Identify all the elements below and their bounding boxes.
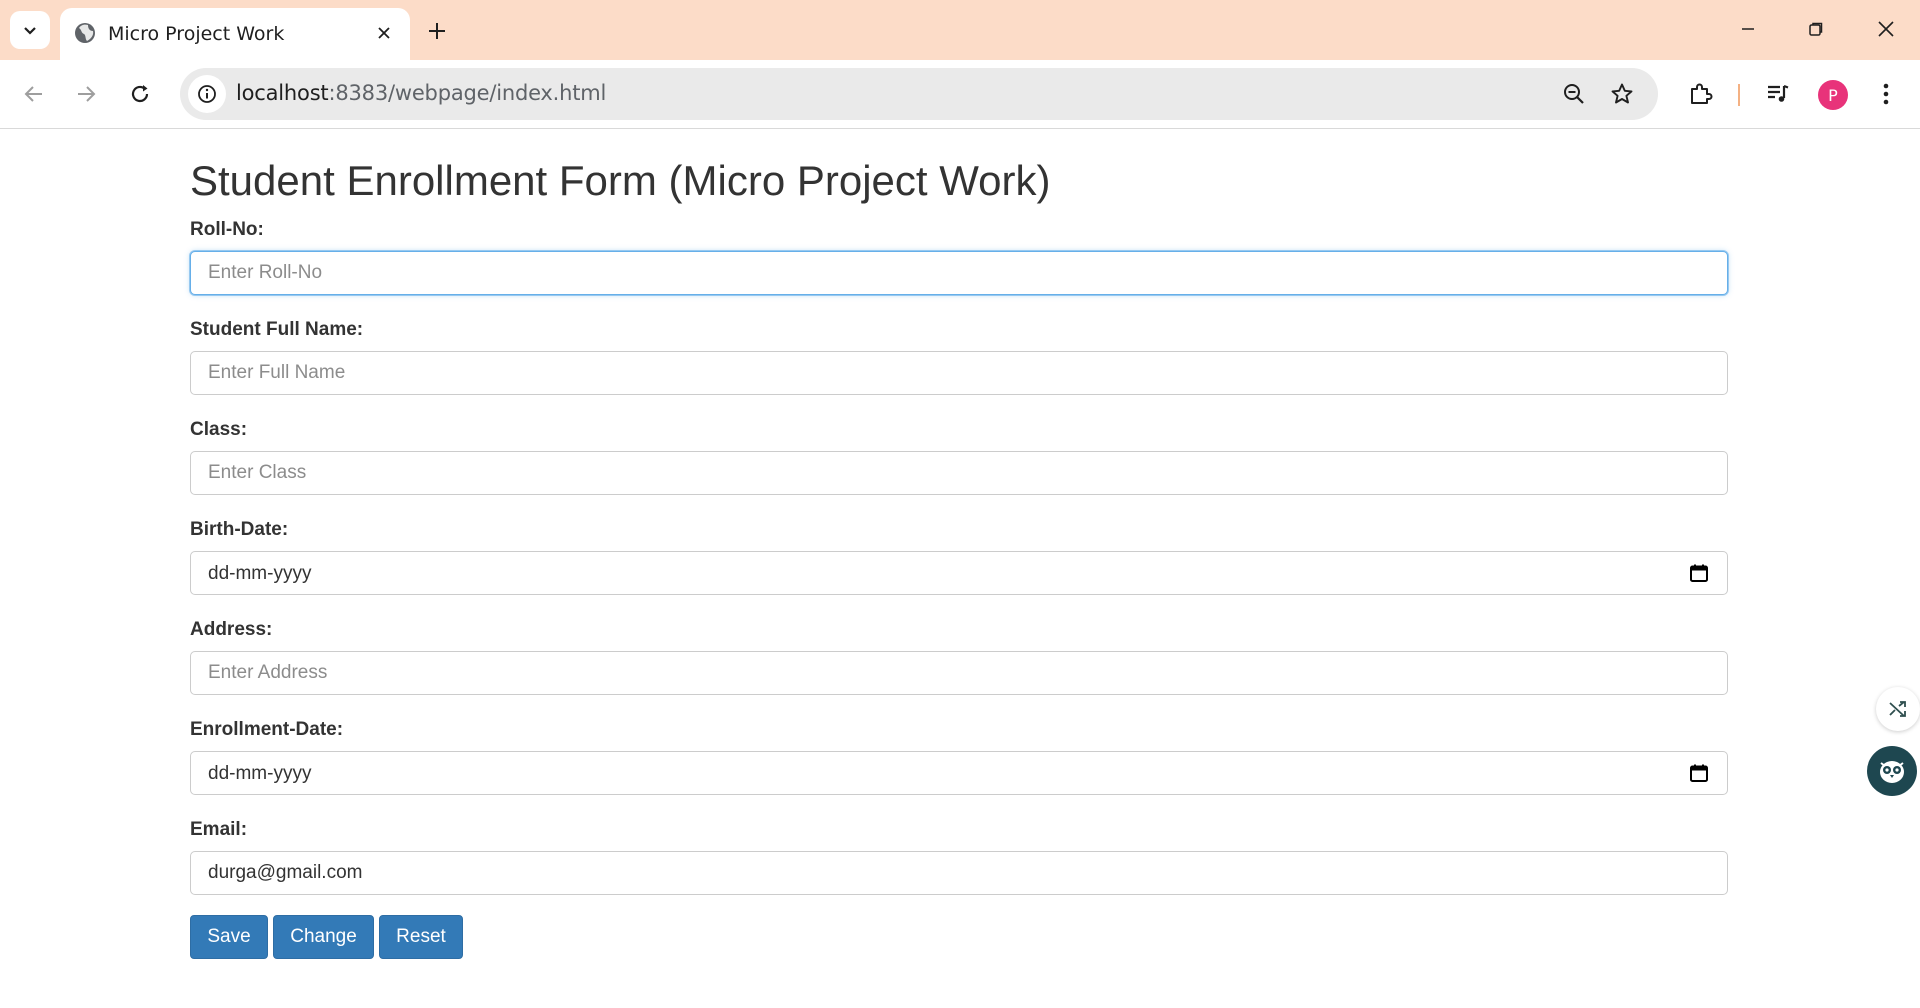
- address-bar[interactable]: localhost:8383/webpage/index.html: [180, 68, 1658, 120]
- save-button[interactable]: Save: [190, 915, 268, 959]
- class-label: Class:: [190, 419, 248, 440]
- extensions-button[interactable]: [1680, 74, 1720, 114]
- more-vertical-icon: [1883, 83, 1889, 105]
- browser-tab[interactable]: Micro Project Work: [60, 8, 410, 60]
- class-input[interactable]: [190, 451, 1728, 495]
- calendar-icon[interactable]: [1689, 763, 1709, 783]
- side-panel-button[interactable]: [1876, 687, 1920, 731]
- tab-search-button[interactable]: [10, 11, 50, 49]
- page-title: Student Enrollment Form (Micro Project W…: [190, 157, 1051, 204]
- full-name-input[interactable]: [190, 351, 1728, 395]
- birth-date-label: Birth-Date:: [190, 519, 289, 540]
- close-icon: [378, 27, 390, 39]
- arrow-left-icon: [24, 86, 42, 102]
- plus-icon: [429, 23, 445, 39]
- tab-title: Micro Project Work: [108, 23, 285, 45]
- shuffle-icon: [1889, 701, 1906, 717]
- owl-icon: [1880, 761, 1904, 783]
- close-icon: [1878, 21, 1894, 37]
- zoom-out-icon: [1564, 84, 1584, 104]
- url-path: :8383/webpage/index.html: [328, 81, 607, 105]
- site-info-button[interactable]: [188, 75, 226, 113]
- back-button[interactable]: [14, 74, 54, 114]
- star-icon: [1611, 83, 1633, 104]
- new-tab-button[interactable]: [420, 14, 454, 48]
- url-text: localhost:8383/webpage/index.html: [236, 81, 606, 105]
- minimize-button[interactable]: [1724, 10, 1772, 48]
- reload-icon: [131, 85, 149, 103]
- browser-tab-bar: Micro Project Work: [0, 0, 1920, 60]
- info-icon: [198, 85, 216, 103]
- toolbar-separator: [1738, 84, 1740, 106]
- forward-button[interactable]: [66, 74, 106, 114]
- puzzle-icon: [1691, 83, 1713, 104]
- globe-icon: [75, 23, 95, 43]
- tab-close-button[interactable]: [370, 19, 398, 47]
- page-content: Student Enrollment Form (Micro Project W…: [0, 129, 1920, 1008]
- birth-date-value: dd-mm-yyyy: [208, 563, 312, 584]
- reload-button[interactable]: [120, 74, 160, 114]
- profile-avatar[interactable]: P: [1818, 80, 1848, 110]
- birth-date-input[interactable]: dd-mm-yyyy: [190, 551, 1728, 595]
- browser-menu-button[interactable]: [1866, 74, 1906, 114]
- owl-assistant-button[interactable]: [1867, 746, 1917, 796]
- email-input[interactable]: [190, 851, 1728, 895]
- playlist-music-icon: [1768, 84, 1789, 102]
- media-controls-button[interactable]: [1758, 74, 1798, 114]
- chevron-down-icon: [24, 27, 36, 35]
- restore-icon: [1809, 22, 1823, 36]
- enrollment-date-input[interactable]: dd-mm-yyyy: [190, 751, 1728, 795]
- restore-button[interactable]: [1792, 10, 1840, 48]
- address-input[interactable]: [190, 651, 1728, 695]
- close-window-button[interactable]: [1862, 10, 1910, 48]
- enrollment-date-label: Enrollment-Date:: [190, 719, 344, 740]
- url-host: localhost: [236, 81, 329, 105]
- full-name-label: Student Full Name:: [190, 319, 364, 340]
- minimize-icon: [1742, 28, 1754, 30]
- email-label: Email:: [190, 819, 248, 840]
- enrollment-date-value: dd-mm-yyyy: [208, 763, 312, 784]
- calendar-icon[interactable]: [1689, 563, 1709, 583]
- reset-button[interactable]: Reset: [379, 915, 463, 959]
- bookmark-button[interactable]: [1606, 78, 1638, 110]
- browser-toolbar: localhost:8383/webpage/index.html P: [0, 60, 1920, 129]
- roll-no-input[interactable]: [190, 251, 1728, 295]
- arrow-right-icon: [78, 86, 96, 102]
- address-label: Address:: [190, 619, 273, 640]
- roll-no-label: Roll-No:: [190, 219, 264, 240]
- change-button[interactable]: Change: [273, 915, 374, 959]
- zoom-button[interactable]: [1558, 78, 1590, 110]
